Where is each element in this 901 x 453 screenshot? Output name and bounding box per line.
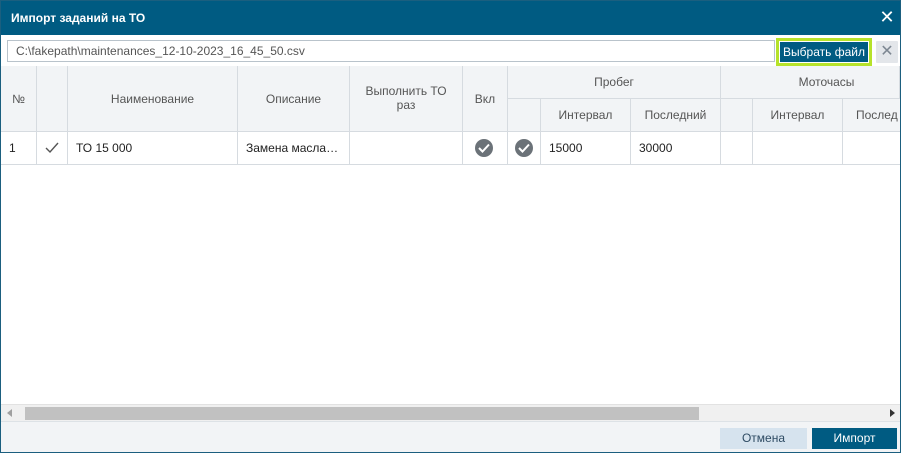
cancel-button[interactable]: Отмена xyxy=(720,428,807,449)
choose-file-button[interactable]: Выбрать файл xyxy=(776,38,872,66)
cell-description: Замена масла… xyxy=(238,132,350,165)
cell-hours-last xyxy=(843,132,900,165)
clear-icon: ✕ xyxy=(880,43,894,60)
column-header-mileage-interval[interactable]: Интервал xyxy=(541,99,631,132)
column-header-description-label: Описание xyxy=(265,92,322,106)
close-icon[interactable]: ✕ xyxy=(878,8,896,26)
import-button[interactable]: Импорт xyxy=(812,428,897,449)
column-group-engine-hours-label: Моточасы xyxy=(798,75,855,89)
column-header-perform-times[interactable]: Выполнить ТО раз xyxy=(350,66,463,132)
file-select-bar: C:\fakepath\maintenances_12-10-2023_16_4… xyxy=(1,35,900,66)
column-header-description[interactable]: Описание xyxy=(238,66,350,132)
mileage-check-icon xyxy=(515,139,533,157)
column-header-hours-interval-label: Интервал xyxy=(770,108,825,122)
column-header-mileage-last-label: Последний xyxy=(644,108,707,122)
file-path-field[interactable]: C:\fakepath\maintenances_12-10-2023_16_4… xyxy=(7,40,775,62)
column-header-mileage-last[interactable]: Последний xyxy=(631,99,721,132)
scroll-left-arrow-icon[interactable] xyxy=(7,409,12,417)
import-maintenance-dialog: Импорт заданий на ТО ✕ C:\fakepath\maint… xyxy=(0,0,901,453)
clear-file-button[interactable]: ✕ xyxy=(876,41,898,63)
cell-perform-times xyxy=(350,132,463,165)
choose-file-label: Выбрать файл xyxy=(780,42,868,62)
column-header-mileage-interval-label: Интервал xyxy=(558,108,613,122)
scrollbar-thumb[interactable] xyxy=(25,407,699,420)
column-header-mileage-enabled[interactable] xyxy=(508,99,541,132)
column-header-hours-last[interactable]: Послед xyxy=(843,99,900,132)
column-group-mileage-label: Пробег xyxy=(594,75,634,89)
column-header-perform-times-label: Выполнить ТО раз xyxy=(365,84,447,112)
cell-mileage-enabled[interactable] xyxy=(508,132,541,165)
column-group-mileage: Пробег xyxy=(508,66,721,99)
column-header-hours-interval[interactable]: Интервал xyxy=(753,99,843,132)
column-header-select[interactable] xyxy=(37,66,68,132)
column-header-name[interactable]: Наименование xyxy=(68,66,238,132)
dialog-titlebar: Импорт заданий на ТО ✕ xyxy=(1,1,900,35)
checkmark-icon xyxy=(45,142,59,154)
column-header-num[interactable]: № xyxy=(1,66,37,132)
cell-name: ТО 15 000 xyxy=(68,132,238,165)
column-header-enabled[interactable]: Вкл xyxy=(463,66,508,132)
row-select-checkbox[interactable] xyxy=(37,132,68,165)
cell-mileage-last: 30000 xyxy=(631,132,721,165)
cell-mileage-interval: 15000 xyxy=(541,132,631,165)
cell-hours-interval xyxy=(753,132,843,165)
dialog-title: Импорт заданий на ТО xyxy=(11,11,146,25)
dialog-footer: Отмена Импорт xyxy=(1,421,900,452)
column-header-hours-enabled[interactable] xyxy=(721,99,753,132)
column-header-enabled-label: Вкл xyxy=(474,92,496,106)
horizontal-scrollbar[interactable] xyxy=(1,404,900,421)
column-group-engine-hours: Моточасы xyxy=(721,66,900,99)
column-header-name-label: Наименование xyxy=(110,92,195,106)
column-header-hours-last-label: Послед xyxy=(856,108,898,122)
cell-hours-enabled[interactable] xyxy=(721,132,753,165)
scroll-right-arrow-icon[interactable] xyxy=(890,409,895,417)
cell-enabled[interactable] xyxy=(463,132,508,165)
enabled-check-icon xyxy=(475,139,493,157)
maintenance-grid: № Наименование Описание Выполнить ТО раз… xyxy=(1,66,900,404)
cell-num: 1 xyxy=(1,132,37,165)
column-header-num-label: № xyxy=(12,92,25,106)
